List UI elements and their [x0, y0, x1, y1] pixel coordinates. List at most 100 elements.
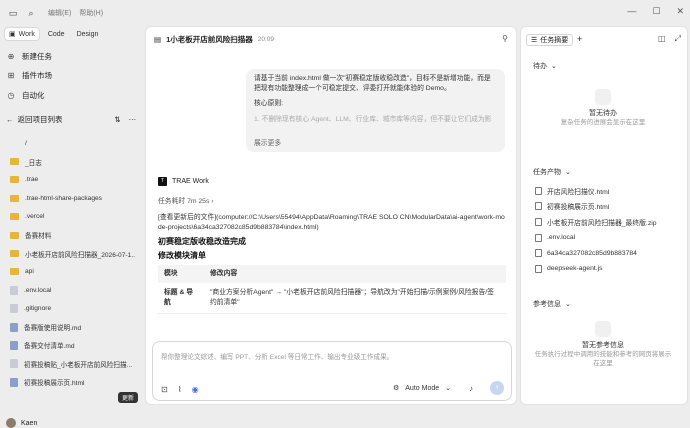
- chevron-down-icon: ⌄: [551, 63, 557, 70]
- mode-selector[interactable]: ⚙ Auto Mode ⌄: [392, 384, 451, 393]
- empty-desc: 复杂任务的进展会显示在这里: [560, 119, 646, 126]
- file-tree-item[interactable]: .trae: [10, 171, 135, 189]
- file-tree-item[interactable]: 初赛投稿展示页.html: [10, 373, 135, 391]
- chat-title: 1小老板开店前风险扫描器: [166, 35, 253, 44]
- table-cell: 标题 & 导航: [158, 283, 204, 314]
- chevron-right-icon: ›: [211, 198, 214, 205]
- product-item[interactable]: 开店风险扫描仪.html: [535, 183, 685, 199]
- arrow-left-icon: ←: [6, 115, 14, 124]
- file-name: api: [25, 268, 34, 276]
- chat-time: 20:09: [257, 36, 275, 43]
- file-tree-item[interactable]: .trae-html-share-packages: [10, 189, 135, 207]
- chat-input-box[interactable]: 帮你整理论文综述、编写 PPT、分析 Excel 等日常工作、输出专业级工作成果…: [152, 341, 512, 401]
- table-header: 修改内容: [204, 265, 506, 283]
- file-tree-item[interactable]: 初赛投稿贴_小老板开店前风险扫描...: [10, 355, 135, 373]
- file-name: .gitignore: [24, 305, 52, 313]
- file-icon: [535, 264, 542, 273]
- empty-title: 暂无参考信息: [582, 342, 624, 349]
- file-icon: [535, 249, 542, 258]
- product-item[interactable]: 初赛投稿展示页.html: [535, 199, 685, 215]
- tab-code[interactable]: Code: [44, 27, 69, 41]
- folder-icon: [10, 250, 19, 258]
- file-name: 备赛版使用说明.md: [24, 325, 82, 333]
- product-item[interactable]: 6a34ca327082c85d9b883784: [535, 245, 685, 261]
- nav-label: 新建任务: [22, 52, 52, 61]
- file-tree-item[interactable]: 备赛版使用说明.md: [10, 318, 135, 336]
- chat-header: ▤ 1小老板开店前风险扫描器 20:09: [154, 34, 274, 45]
- menu-edit[interactable]: 编辑(E): [48, 8, 71, 18]
- todo-section-title[interactable]: 待办 ⌄: [533, 61, 557, 71]
- file-tree-item[interactable]: .env.local: [10, 281, 135, 299]
- file-icon: [10, 377, 18, 387]
- module-table: 模块 修改内容 标题 & 导航 "商业方案分析Agent" → "小老板开店前风…: [158, 265, 506, 314]
- folder-icon: [10, 213, 19, 221]
- close-icon[interactable]: ✕: [676, 6, 684, 17]
- chat-icon: ▤: [154, 35, 162, 44]
- tab-design[interactable]: Design: [73, 27, 103, 41]
- show-more-link[interactable]: 展示更多: [254, 139, 281, 149]
- empty-title: 暂无待办: [589, 110, 617, 117]
- file-tree-item[interactable]: /: [10, 134, 135, 152]
- attach-icon[interactable]: ⊡: [161, 385, 168, 394]
- file-tree-item[interactable]: api: [10, 263, 135, 281]
- expand-icon[interactable]: ⤢: [675, 34, 681, 44]
- tab-task-summary[interactable]: ☰ 任务摘要: [526, 34, 574, 46]
- sidebar-toggle-icon[interactable]: ▭: [6, 6, 20, 20]
- filter-icon[interactable]: ⇅: [114, 115, 120, 124]
- pin-icon[interactable]: ⚲: [502, 34, 508, 43]
- title-bar: ▭ ⌕ 编辑(E) 帮助(H) — ☐ ✕: [0, 0, 690, 26]
- search-icon[interactable]: ⌕: [24, 6, 38, 20]
- microphone-icon[interactable]: ♪: [469, 384, 473, 393]
- file-tree-item[interactable]: 备赛交付清单.md: [10, 336, 135, 354]
- products-section-title[interactable]: 任务产物 ⌄: [533, 167, 571, 177]
- product-item[interactable]: 小老板开店前风险扫描器_最终版.zip: [535, 214, 685, 230]
- maximize-icon[interactable]: ☐: [652, 6, 660, 17]
- split-view-icon[interactable]: ◫: [658, 34, 666, 44]
- chat-input-placeholder[interactable]: 帮你整理论文综述、编写 PPT、分析 Excel 等日常工作、输出专业级工作成果…: [161, 351, 393, 361]
- file-icon: [10, 285, 18, 295]
- back-to-projects[interactable]: ← 返回项目列表 ⇅ ⋯: [6, 114, 136, 125]
- avatar: [6, 418, 16, 428]
- automation-item[interactable]: ◷ 自动化: [6, 90, 45, 101]
- tab-label: Work: [18, 30, 35, 38]
- back-label: 返回项目列表: [17, 115, 63, 124]
- file-tree-item[interactable]: .vercel: [10, 208, 135, 226]
- file-tree-item[interactable]: _日志: [10, 152, 135, 170]
- paperclip-icon[interactable]: ⌇: [178, 385, 182, 394]
- minimize-icon[interactable]: —: [627, 6, 636, 17]
- plugin-market-item[interactable]: ⊞ 插件市场: [6, 70, 52, 81]
- file-name: /: [25, 139, 27, 147]
- file-name: 初赛投稿贴_小老板开店前风险扫描...: [24, 361, 133, 369]
- file-icon: [10, 322, 18, 332]
- send-button[interactable]: ↑: [490, 381, 504, 395]
- product-item[interactable]: deepseek-agent.js: [535, 261, 685, 277]
- file-icon: [535, 202, 542, 211]
- file-name: .trae-html-share-packages: [25, 194, 102, 202]
- user-message: 请基于当前 index.html 做一次"初赛稳定版收稳改造"，目标不是新增功能…: [246, 69, 505, 152]
- file-name: 备赛交付清单.md: [24, 343, 75, 351]
- product-name: 6a34ca327082c85d9b883784: [547, 249, 637, 257]
- table-cell: "商业方案分析Agent" → "小老板开店前风险扫描器"；导航改为"开始扫描/…: [204, 283, 506, 314]
- table-header: 模块: [158, 265, 204, 283]
- update-badge[interactable]: 更新: [118, 392, 139, 403]
- product-item[interactable]: .env.local: [535, 230, 685, 246]
- mode-icon: ⚙: [392, 385, 400, 392]
- file-tree-item[interactable]: 小老板开店前风险扫描器_2026-07-1...: [10, 244, 135, 262]
- reference-section-title[interactable]: 参考信息 ⌄: [533, 299, 571, 309]
- new-task-item[interactable]: ⊕ 新建任务: [6, 51, 52, 62]
- add-tab-icon[interactable]: +: [577, 34, 582, 44]
- menu-help[interactable]: 帮助(H): [79, 8, 103, 18]
- task-duration[interactable]: 任务耗时 7m 25s ›: [158, 195, 214, 205]
- message-paragraph: 核心原则:: [254, 100, 284, 107]
- file-tree-item[interactable]: .gitignore: [10, 300, 135, 318]
- file-icon: [535, 217, 542, 226]
- file-icon: [535, 186, 542, 195]
- file-link[interactable]: [查看更新后的文件](computer://C:\Users\55494\App…: [158, 213, 508, 233]
- product-name: 初赛投稿展示页.html: [547, 204, 610, 212]
- globe-icon[interactable]: ◉: [192, 385, 199, 394]
- user-profile[interactable]: Kaen: [6, 418, 37, 428]
- more-icon[interactable]: ⋯: [129, 115, 137, 124]
- tab-work[interactable]: ▣ Work: [4, 27, 40, 41]
- file-tree-item[interactable]: 备赛材料: [10, 226, 135, 244]
- response-subheading: 修改模块清单: [158, 251, 206, 260]
